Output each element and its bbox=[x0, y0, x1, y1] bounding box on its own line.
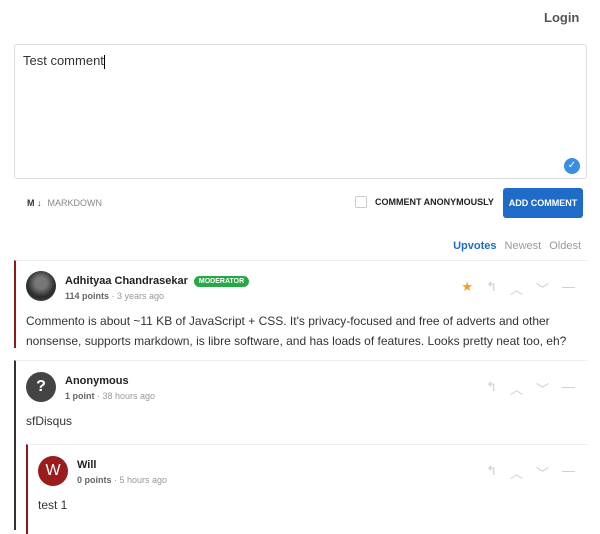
upvote-icon[interactable]: ︿ bbox=[510, 379, 523, 398]
comment-actions: ↰ ︿ ﹀ — bbox=[486, 463, 575, 482]
comment-body: Commento is about ~11 KB of JavaScript +… bbox=[26, 314, 567, 348]
sort-newest[interactable]: Newest bbox=[505, 240, 542, 252]
comment-meta: 114 points · 3 years ago bbox=[65, 291, 165, 301]
upvote-icon[interactable]: ︿ bbox=[510, 279, 523, 298]
timestamp: 3 years ago bbox=[117, 291, 165, 301]
points: 1 point bbox=[65, 391, 95, 401]
comment-author: Adhityaa Chandrasekar MODERATOR bbox=[65, 275, 250, 287]
points: 114 points bbox=[65, 291, 110, 301]
reply-icon[interactable]: ↰ bbox=[486, 279, 497, 298]
check-icon: ✓ bbox=[564, 158, 580, 174]
sort-oldest[interactable]: Oldest bbox=[549, 240, 581, 252]
star-icon[interactable]: ★ bbox=[461, 279, 473, 298]
moderator-badge: MODERATOR bbox=[193, 275, 250, 287]
comment-meta: 1 point · 38 hours ago bbox=[65, 391, 156, 401]
anonymous-label: COMMENT ANONYMOUSLY bbox=[375, 197, 494, 207]
avatar: W bbox=[38, 456, 68, 486]
markdown-help-link[interactable]: M ↓ MARKDOWN bbox=[27, 198, 102, 208]
comment-meta: 0 points · 5 hours ago bbox=[77, 475, 168, 485]
downvote-icon[interactable]: ﹀ bbox=[536, 379, 549, 398]
points: 0 points bbox=[77, 475, 112, 485]
comment-actions: ↰ ︿ ﹀ — bbox=[486, 379, 575, 398]
markdown-label: MARKDOWN bbox=[47, 198, 103, 208]
reply-icon[interactable]: ↰ bbox=[486, 379, 497, 398]
collapse-icon[interactable]: — bbox=[562, 379, 575, 398]
checkbox-box[interactable] bbox=[355, 196, 367, 208]
downvote-icon[interactable]: ﹀ bbox=[536, 279, 549, 298]
comment-author: Anonymous bbox=[65, 375, 129, 387]
comment-author: Will bbox=[77, 459, 97, 471]
comment-card: ? Anonymous 1 point · 38 hours ago ↰ ︿ ﹀ — … bbox=[14, 360, 587, 534]
downvote-icon[interactable]: ﹀ bbox=[536, 463, 549, 482]
markdown-icon: M ↓ bbox=[27, 198, 42, 208]
timestamp: 38 hours ago bbox=[102, 391, 156, 401]
anonymous-checkbox[interactable]: COMMENT ANONYMOUSLY bbox=[355, 196, 494, 208]
avatar: ? bbox=[26, 372, 56, 402]
login-link[interactable]: Login bbox=[544, 10, 579, 25]
avatar bbox=[26, 271, 56, 301]
comment-body: sfDisqus bbox=[26, 414, 73, 428]
upvote-icon[interactable]: ︿ bbox=[510, 463, 523, 482]
comment-body: test 1 bbox=[38, 498, 68, 512]
comment-textarea[interactable]: Test comment ✓ bbox=[14, 44, 587, 179]
comment-actions: ★ ↰ ︿ ﹀ — bbox=[461, 279, 575, 298]
textarea-value: Test comment bbox=[23, 53, 104, 68]
comment-card: Adhityaa Chandrasekar MODERATOR 114 point… bbox=[14, 260, 587, 348]
collapse-icon[interactable]: — bbox=[562, 279, 575, 298]
reply-icon[interactable]: ↰ bbox=[486, 463, 497, 482]
add-comment-button[interactable]: ADD COMMENT bbox=[503, 188, 583, 218]
sort-upvotes[interactable]: Upvotes bbox=[453, 240, 496, 252]
sort-options: Upvotes Newest Oldest bbox=[453, 240, 581, 252]
timestamp: 5 hours ago bbox=[119, 475, 168, 485]
reply-card: W Will 0 points · 5 hours ago ↰ ︿ ﹀ — test … bbox=[26, 444, 587, 534]
collapse-icon[interactable]: — bbox=[562, 463, 575, 482]
author-name: Adhityaa Chandrasekar bbox=[65, 275, 188, 287]
